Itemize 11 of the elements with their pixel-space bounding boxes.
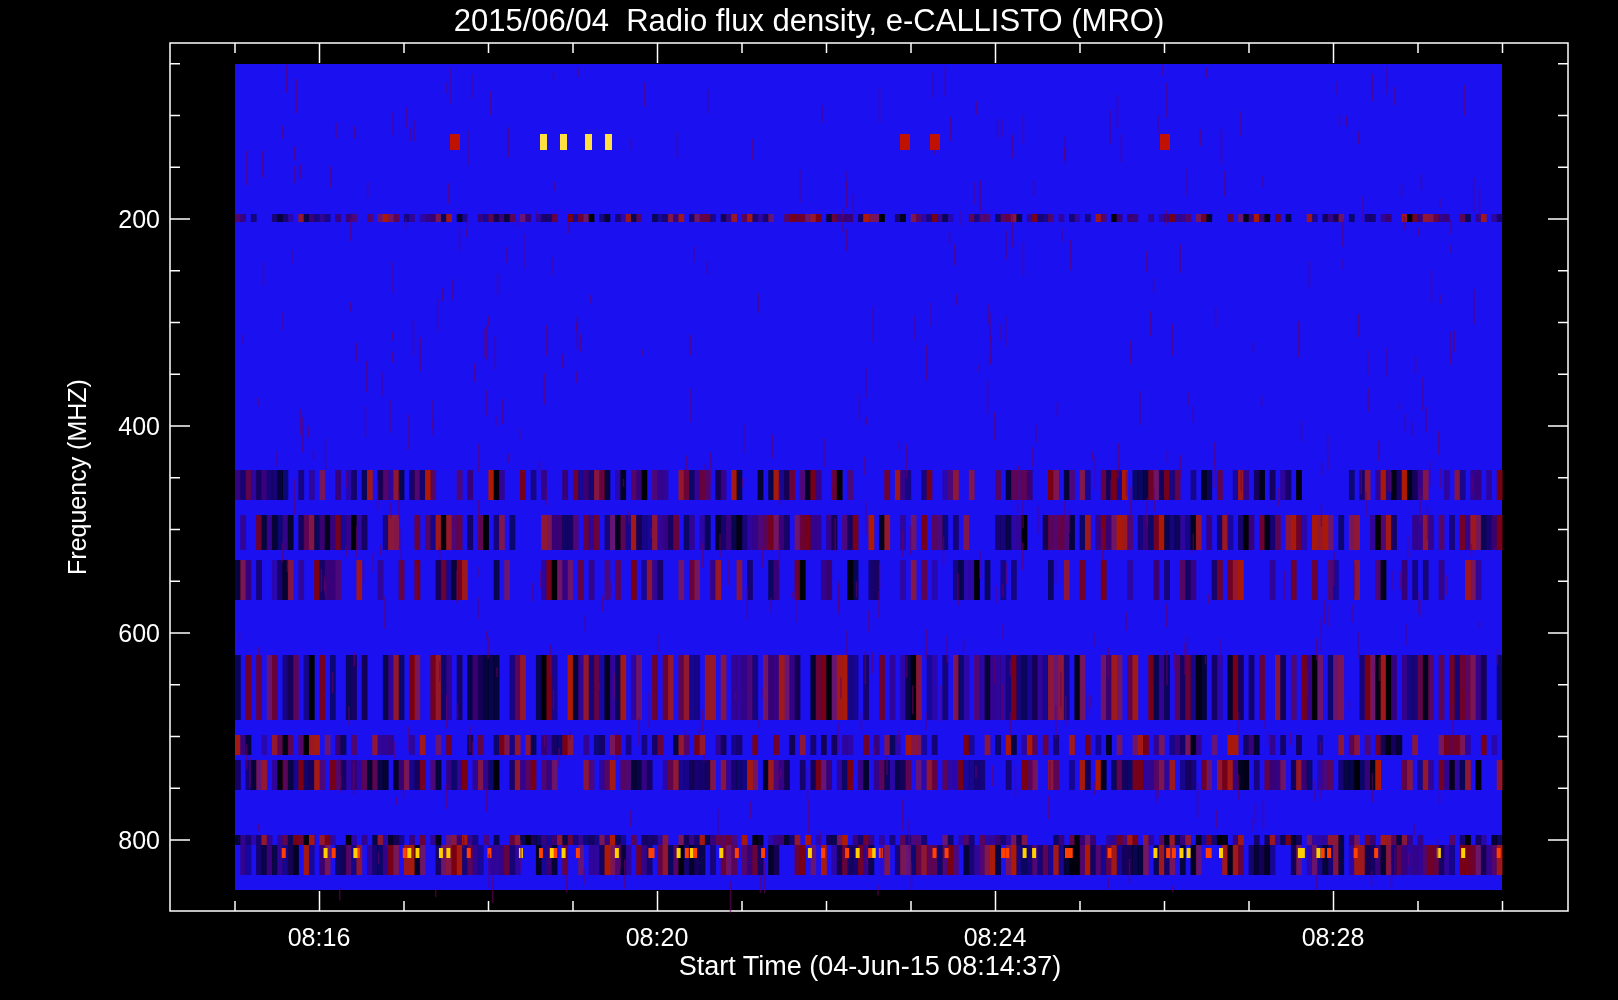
- y-tick-label: 200: [118, 205, 160, 233]
- y-axis-label: Frequency (MHZ): [63, 379, 91, 575]
- x-axis-label: Start Time (04-Jun-15 08:14:37): [678, 951, 1062, 981]
- x-tick-label: 08:28: [1301, 923, 1365, 951]
- y-tick-label: 800: [118, 826, 160, 854]
- chart-title: 2015/06/04 Radio flux density, e-CALLISTO (MRO): [453, 3, 1165, 38]
- x-tick-label: 08:20: [625, 923, 689, 951]
- x-tick-label: 08:16: [287, 923, 351, 951]
- x-tick-label: 08:24: [963, 923, 1027, 951]
- y-tick-label: 400: [118, 412, 160, 440]
- y-tick-label: 600: [118, 619, 160, 647]
